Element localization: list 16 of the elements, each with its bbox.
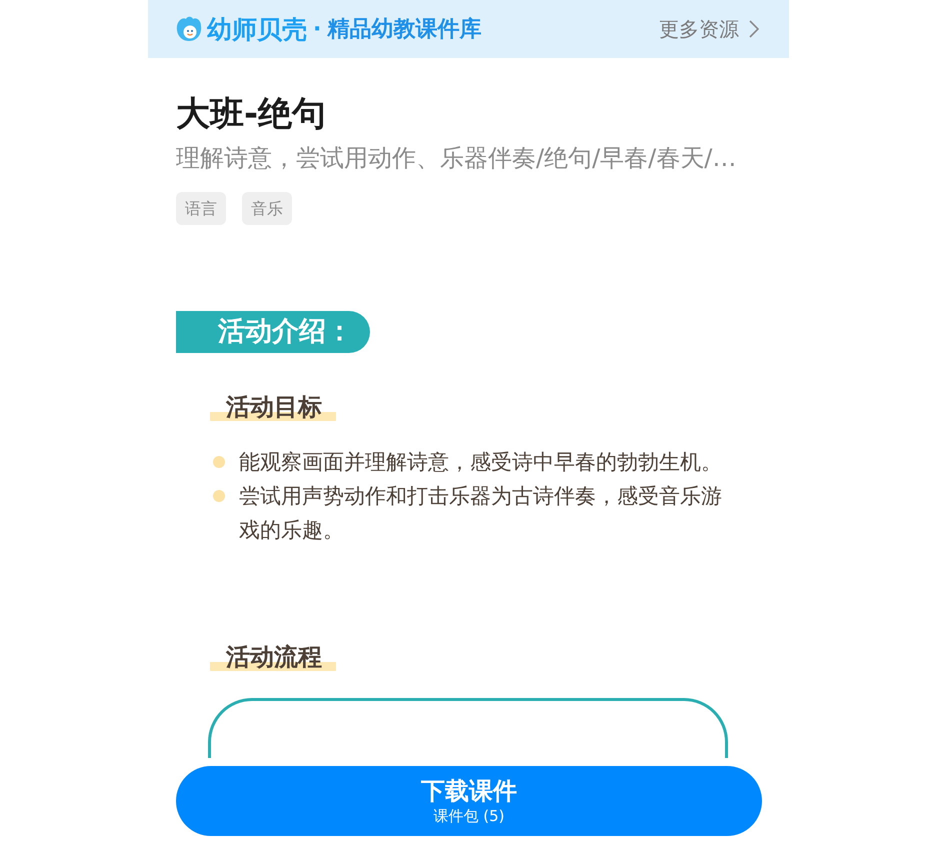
bullet-text: 尝试用声势动作和打击乐器为古诗伴奏，感受音乐游戏的乐趣。 bbox=[239, 483, 723, 544]
download-button[interactable]: 下载课件 课件包 (5) bbox=[176, 766, 762, 836]
course-summary: 理解诗意，尝试用动作、乐器伴奏/绝句/早春/春天/… bbox=[176, 143, 738, 174]
course-title: 大班-绝句 bbox=[176, 93, 328, 136]
separator-dot: · bbox=[313, 16, 322, 42]
section-banner: 活动介绍： bbox=[176, 311, 370, 353]
brand-tagline: 精品幼教课件库 bbox=[327, 16, 482, 44]
tag[interactable]: 语言 bbox=[176, 192, 226, 225]
shell-logo-icon bbox=[175, 15, 203, 43]
bullet-text: 能观察画面并理解诗意，感受诗中早春的勃勃生机。 bbox=[239, 449, 723, 476]
more-resources-link[interactable]: 更多资源 bbox=[659, 16, 759, 42]
brand-name: 幼师贝壳 bbox=[207, 14, 307, 46]
bullet-dot-icon bbox=[213, 490, 225, 502]
chevron-right-icon bbox=[749, 20, 759, 38]
bullet-dot-icon bbox=[213, 456, 225, 468]
tag[interactable]: 音乐 bbox=[242, 192, 292, 225]
